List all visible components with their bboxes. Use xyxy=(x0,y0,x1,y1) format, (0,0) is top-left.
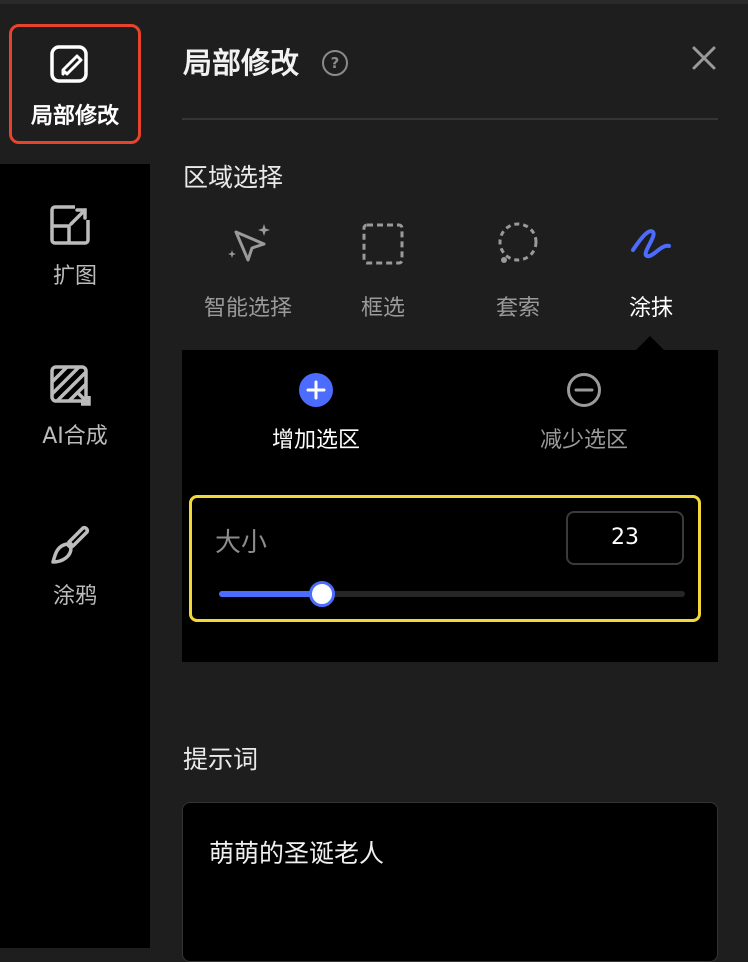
prompt-textarea[interactable] xyxy=(182,802,718,962)
header-divider xyxy=(182,118,718,120)
sidebar-item-ai-compose[interactable]: AI合成 xyxy=(0,362,150,482)
brush-size-input[interactable]: 23 xyxy=(566,511,684,565)
plus-circle-icon xyxy=(299,373,333,407)
slider-thumb[interactable] xyxy=(308,581,335,607)
panel-title: 局部修改 xyxy=(183,46,300,80)
brush-icon xyxy=(51,525,90,564)
tool-label: 涂抹 xyxy=(628,296,673,321)
minus-circle-icon xyxy=(567,373,601,407)
sidebar-item-label: 局部修改 xyxy=(30,104,119,129)
sidebar-item-label: AI合成 xyxy=(42,424,108,449)
region-section-title: 区域选择 xyxy=(183,163,284,192)
prompt-text: 萌萌的圣诞老人 xyxy=(209,839,385,868)
tool-label: 套索 xyxy=(495,296,540,321)
mode-label: 减少选区 xyxy=(539,428,628,453)
brush-size-slider[interactable] xyxy=(219,581,685,607)
tool-smear[interactable]: 涂抹 xyxy=(591,220,711,322)
mode-label: 增加选区 xyxy=(271,428,360,453)
edit-square-icon xyxy=(50,45,88,83)
ai-compose-icon xyxy=(50,365,91,406)
tool-lasso[interactable]: 套索 xyxy=(458,220,578,322)
sidebar-item-graffiti[interactable]: 涂鸦 xyxy=(0,522,150,642)
question-circle-icon[interactable]: ? xyxy=(322,50,348,76)
brush-size-label: 大小 xyxy=(215,528,268,558)
sidebar-item-label: 涂鸦 xyxy=(52,584,97,609)
sidebar-item-label: 扩图 xyxy=(52,264,97,289)
mode-add-selection[interactable]: 增加选区 xyxy=(226,372,406,454)
sidebar-item-expand[interactable]: 扩图 xyxy=(0,202,150,322)
tool-rect-select[interactable]: 框选 xyxy=(323,220,443,322)
tool-smart-select[interactable]: 智能选择 xyxy=(188,220,308,322)
rect-select-icon xyxy=(362,223,404,265)
close-icon[interactable] xyxy=(690,44,718,72)
mode-subtract-selection[interactable]: 减少选区 xyxy=(494,372,674,454)
smear-icon xyxy=(631,229,671,259)
lasso-icon xyxy=(498,222,538,263)
tool-label: 智能选择 xyxy=(203,296,292,321)
sidebar-item-local-edit[interactable]: 局部修改 xyxy=(0,42,150,162)
smart-select-icon xyxy=(228,224,270,262)
expand-image-icon xyxy=(50,205,90,245)
prompt-section-title: 提示词 xyxy=(183,745,259,774)
slider-fill xyxy=(219,591,322,597)
tool-label: 框选 xyxy=(360,296,405,321)
